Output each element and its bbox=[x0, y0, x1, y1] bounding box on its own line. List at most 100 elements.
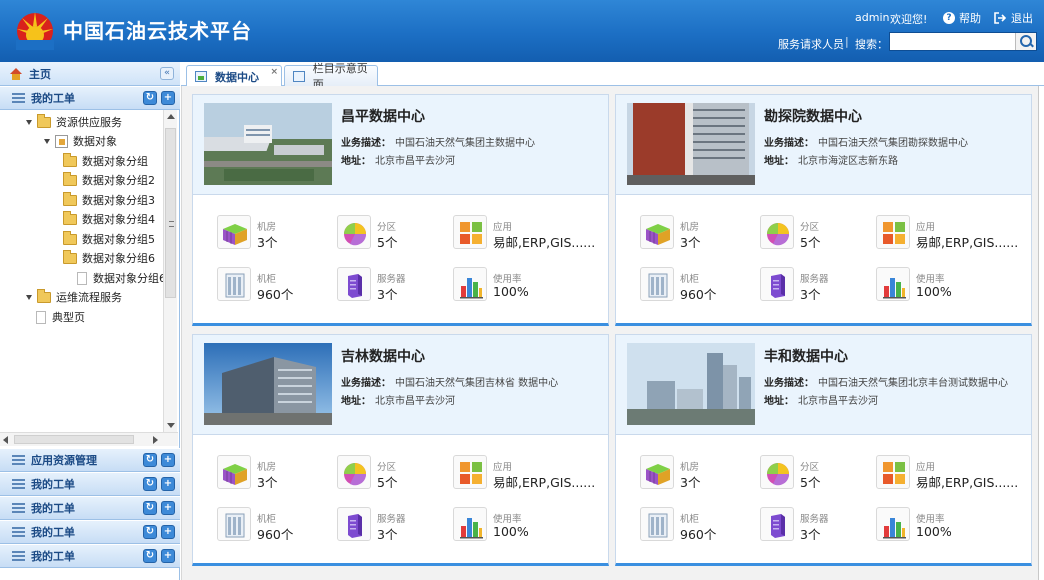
content-scrollbar[interactable] bbox=[1038, 86, 1044, 580]
document-icon bbox=[77, 271, 87, 285]
accordion-my-ticket[interactable]: 我的工单 ↻ + bbox=[0, 496, 180, 520]
stat-value: 960个 bbox=[680, 527, 717, 542]
top-header: 中国石油云技术平台 admin 欢迎您! ? 帮助 退出 服务请求人员 | 搜索… bbox=[0, 0, 1044, 62]
stat-value: 100% bbox=[916, 284, 952, 299]
stat-room: 机房 3个 bbox=[217, 453, 337, 493]
addr-value: 北京市昌平去沙河 bbox=[375, 156, 455, 167]
stat-value: 易邮,ERP,GIS...... bbox=[493, 235, 596, 250]
accordion-my-ticket[interactable]: 我的工单 ↻ + bbox=[0, 86, 180, 110]
tree-node[interactable]: 数据对象分组4 bbox=[63, 210, 155, 228]
accordion-app-resource[interactable]: 应用资源管理 ↻ + bbox=[0, 448, 180, 472]
logout-link[interactable]: 退出 bbox=[994, 10, 1033, 26]
stat-cabinet: 机柜 960个 bbox=[217, 505, 337, 545]
tree-horizontal-scrollbar[interactable] bbox=[0, 432, 178, 446]
scroll-left-icon[interactable] bbox=[3, 436, 8, 444]
stat-value: 易邮,ERP,GIS...... bbox=[916, 475, 1019, 490]
data-center-name[interactable]: 吉林数据中心 bbox=[341, 346, 425, 366]
refresh-icon[interactable]: ↻ bbox=[143, 501, 157, 515]
collapse-sidebar-button[interactable]: « bbox=[160, 67, 174, 80]
tree-node[interactable]: 运维流程服务 bbox=[26, 288, 122, 306]
data-center-card[interactable]: 昌平数据中心 业务描述： 中国石油天然气集团主数据中心 地址： 北京市昌平去沙河 机房 3个… bbox=[192, 94, 609, 326]
tab-bar: 数据中心 × 栏目示意页面 bbox=[181, 62, 1044, 91]
tree-node[interactable]: 数据对象分组3 bbox=[63, 191, 155, 209]
desc-label: 业务描述： bbox=[764, 138, 814, 149]
data-center-name[interactable]: 昌平数据中心 bbox=[341, 106, 425, 126]
add-button[interactable]: + bbox=[161, 549, 175, 563]
help-link[interactable]: ? 帮助 bbox=[943, 10, 981, 26]
refresh-icon[interactable]: ↻ bbox=[143, 549, 157, 563]
add-button[interactable]: + bbox=[161, 501, 175, 515]
stat-label: 机房 bbox=[257, 222, 277, 233]
tree-node-label: 资源供应服务 bbox=[56, 116, 122, 129]
stat-value: 5个 bbox=[800, 475, 821, 490]
tab-label: 数据中心 bbox=[215, 70, 259, 84]
add-button[interactable]: + bbox=[161, 453, 175, 467]
stat-label: 分区 bbox=[800, 462, 820, 473]
add-button[interactable]: + bbox=[161, 91, 175, 105]
tree-node[interactable]: 典型页 bbox=[36, 308, 85, 326]
accordion-my-ticket[interactable]: 我的工单 ↻ + bbox=[0, 544, 180, 568]
card-header: 勘探院数据中心 业务描述： 中国石油天然气集团勘探数据中心 地址： 北京市海淀区志新东路 bbox=[616, 95, 1031, 195]
user-role: 服务请求人员 bbox=[778, 38, 844, 51]
cabinet-icon bbox=[640, 267, 674, 301]
data-center-name[interactable]: 勘探院数据中心 bbox=[764, 106, 862, 126]
stat-cabinet: 机柜 960个 bbox=[640, 505, 760, 545]
data-center-card[interactable]: 勘探院数据中心 业务描述： 中国石油天然气集团勘探数据中心 地址： 北京市海淀区志新东路… bbox=[615, 94, 1032, 326]
add-button[interactable]: + bbox=[161, 477, 175, 491]
data-center-card[interactable]: 丰和数据中心 业务描述： 中国石油天然气集团北京丰台测试数据中心 地址： 北京市昌平去沙… bbox=[615, 334, 1032, 566]
partition-pie-icon bbox=[760, 455, 794, 489]
search-input[interactable] bbox=[890, 33, 1015, 50]
search-icon[interactable] bbox=[1015, 33, 1036, 50]
accordion-my-ticket[interactable]: 我的工单 ↻ + bbox=[0, 520, 180, 544]
refresh-icon[interactable]: ↻ bbox=[143, 477, 157, 491]
scroll-up-icon[interactable] bbox=[167, 114, 175, 119]
data-center-photo bbox=[627, 343, 755, 425]
tree-node[interactable]: 资源供应服务 bbox=[26, 113, 122, 131]
accordion-my-ticket[interactable]: 我的工单 ↻ + bbox=[0, 472, 180, 496]
cabinet-icon bbox=[217, 267, 251, 301]
refresh-icon[interactable]: ↻ bbox=[143, 453, 157, 467]
tree-node[interactable]: 数据对象分组6 bbox=[63, 249, 155, 267]
scroll-thumb[interactable] bbox=[165, 128, 176, 298]
home-nav[interactable]: 主页 « bbox=[0, 62, 180, 86]
help-icon: ? bbox=[943, 12, 955, 24]
user-name: admin bbox=[855, 11, 890, 24]
stat-value: 100% bbox=[916, 524, 952, 539]
refresh-icon[interactable]: ↻ bbox=[143, 525, 157, 539]
tree-vertical-scrollbar[interactable] bbox=[163, 110, 177, 432]
add-button[interactable]: + bbox=[161, 525, 175, 539]
server-icon bbox=[337, 507, 371, 541]
stat-value: 960个 bbox=[680, 287, 717, 302]
scroll-thumb[interactable] bbox=[14, 435, 134, 444]
stat-label: 使用率 bbox=[493, 514, 522, 525]
partition-pie-icon bbox=[760, 215, 794, 249]
stat-label: 服务器 bbox=[800, 274, 829, 285]
refresh-icon[interactable]: ↻ bbox=[143, 91, 157, 105]
tree-node-label: 数据对象分组 bbox=[82, 155, 148, 168]
tree-node[interactable]: 数据对象分组5 bbox=[63, 230, 155, 248]
folder-icon bbox=[63, 191, 77, 206]
tab-column-demo[interactable]: 栏目示意页面 bbox=[284, 62, 378, 91]
stat-label: 使用率 bbox=[916, 274, 945, 285]
accordion-label: 我的工单 bbox=[31, 502, 75, 515]
stat-label: 分区 bbox=[377, 222, 397, 233]
stat-usage: 使用率 100% bbox=[876, 265, 996, 305]
stat-label: 使用率 bbox=[916, 514, 945, 525]
tree-node[interactable]: 数据对象 bbox=[44, 132, 117, 150]
tree-node[interactable]: 数据对象分组6 bbox=[77, 269, 166, 287]
data-center-name[interactable]: 丰和数据中心 bbox=[764, 346, 848, 366]
tree-node[interactable]: 数据对象分组 bbox=[63, 152, 148, 170]
close-icon[interactable]: × bbox=[270, 67, 278, 77]
stat-label: 机柜 bbox=[680, 514, 700, 525]
list-icon bbox=[12, 479, 25, 489]
main-content: 昌平数据中心 业务描述： 中国石油天然气集团主数据中心 地址： 北京市昌平去沙河 机房 3个… bbox=[181, 86, 1044, 580]
scroll-down-icon[interactable] bbox=[167, 423, 175, 428]
scroll-right-icon[interactable] bbox=[153, 436, 158, 444]
tree-node[interactable]: 数据对象分组2 bbox=[63, 171, 155, 189]
data-center-card[interactable]: 吉林数据中心 业务描述： 中国石油天然气集团吉林省 数据中心 地址： 北京市昌平去沙河机… bbox=[192, 334, 609, 566]
stat-server: 服务器 3个 bbox=[760, 505, 880, 545]
home-label: 主页 bbox=[29, 67, 51, 81]
tree-node-label: 数据对象分组4 bbox=[82, 213, 155, 226]
tab-data-center[interactable]: 数据中心 × bbox=[186, 65, 282, 87]
server-icon bbox=[760, 267, 794, 301]
